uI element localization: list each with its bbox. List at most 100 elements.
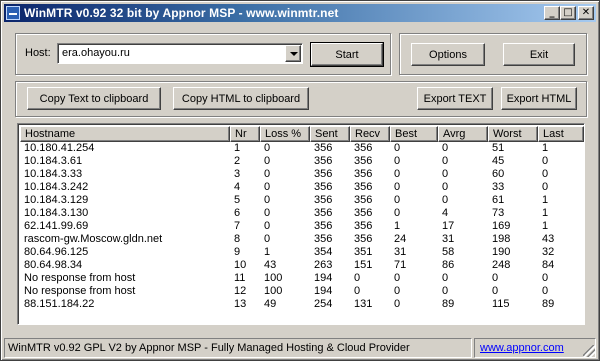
table-row[interactable]: rascom-gw.Moscow.gldn.net 8 0 356 356 24 31 198… [20,233,584,246]
cell-worst: 61 [492,194,505,206]
cell-last: 0 [542,272,549,284]
options-button-label: Options [429,48,467,61]
status-link-pane: www.appnor.com [474,338,596,358]
cell-nr: 8 [234,233,241,245]
exit-button[interactable]: Exit [503,43,575,66]
copy-text-button[interactable]: Copy Text to clipboard [27,87,161,110]
options-button[interactable]: Options [411,43,485,66]
table-row[interactable]: 80.64.98.34 10 43 263 151 71 86 248 84 [20,259,584,272]
cell-sent: 356 [314,181,333,193]
window-title: WinMTR v0.92 32 bit by Appnor MSP - www.… [24,6,339,20]
cell-best: 24 [394,233,407,245]
cell-worst: 0 [492,272,499,284]
table-row[interactable]: No response from host 11 100 194 0 0 0 0 0 [20,272,584,285]
cell-hostname: 10.184.3.33 [24,168,83,180]
cell-loss: 0 [264,207,271,219]
export-html-button[interactable]: Export HTML [501,87,577,110]
window-controls: _ □ ✕ [544,6,594,20]
column-header-loss[interactable]: Loss % [260,126,310,142]
cell-last: 43 [542,233,555,245]
cell-best: 0 [394,298,401,310]
close-button[interactable]: ✕ [578,6,594,20]
cell-worst: 198 [492,233,511,245]
cell-loss: 0 [264,194,271,206]
cell-worst: 60 [492,168,505,180]
cell-sent: 356 [314,194,333,206]
column-header-avrg[interactable]: Avrg [438,126,488,142]
copy-html-button[interactable]: Copy HTML to clipboard [173,87,309,110]
table-row[interactable]: 10.184.3.242 4 0 356 356 0 0 33 0 [20,181,584,194]
cell-sent: 356 [314,168,333,180]
table-row[interactable]: 10.180.41.254 1 0 356 356 0 0 51 1 [20,142,584,155]
column-header-last[interactable]: Last [538,126,584,142]
cell-loss: 100 [264,285,283,297]
cell-hostname: 10.184.3.129 [24,194,89,206]
results-listview[interactable]: Hostname Nr Loss % Sent Recv Best Avrg W… [17,123,585,325]
cell-worst: 115 [492,298,510,310]
cell-recv: 151 [354,259,373,271]
table-row[interactable]: 80.64.96.125 9 1 354 351 31 58 190 32 [20,246,584,259]
cell-recv: 0 [354,285,361,297]
column-header-hostname[interactable]: Hostname [20,126,230,142]
cell-loss: 100 [264,272,283,284]
cell-best: 0 [394,207,401,219]
cell-last: 1 [542,207,549,219]
cell-best: 0 [394,285,401,297]
cell-hostname: No response from host [24,285,136,297]
cell-avrg: 4 [442,207,449,219]
column-header-nr[interactable]: Nr [230,126,260,142]
minimize-button[interactable]: _ [544,6,560,20]
listview-rows: 10.180.41.254 1 0 356 356 0 0 51 1 10.184.3.61 2 0 3… [20,142,584,311]
cell-nr: 11 [234,272,246,284]
cell-loss: 43 [264,259,277,271]
cell-sent: 356 [314,220,333,232]
cell-sent: 356 [314,142,333,154]
cell-sent: 356 [314,233,333,245]
cell-last: 0 [542,285,549,297]
cell-nr: 1 [234,142,241,154]
table-row[interactable]: No response from host 12 100 194 0 0 0 0 0 [20,285,584,298]
table-row[interactable]: 10.184.3.61 2 0 356 356 0 0 45 0 [20,155,584,168]
export-text-button-label: Export TEXT [423,92,487,105]
table-row[interactable]: 62.141.99.69 7 0 356 356 1 17 169 1 [20,220,584,233]
column-header-best[interactable]: Best [390,126,438,142]
column-header-sent[interactable]: Sent [310,126,350,142]
cell-best: 0 [394,272,401,284]
host-value[interactable]: era.ohayou.ru [62,47,130,59]
copy-html-button-label: Copy HTML to clipboard [181,92,301,105]
cell-hostname: 62.141.99.69 [24,220,89,232]
cell-last: 32 [542,246,555,258]
table-row[interactable]: 10.184.3.130 6 0 356 356 0 4 73 1 [20,207,584,220]
cell-recv: 0 [354,272,361,284]
cell-recv: 356 [354,194,373,206]
table-row[interactable]: 88.151.184.22 13 49 254 131 0 89 115 89 [20,298,584,311]
host-combobox[interactable]: era.ohayou.ru [57,43,303,64]
title-bar[interactable]: WinMTR v0.92 32 bit by Appnor MSP - www.… [4,4,596,22]
cell-hostname: No response from host [24,272,136,284]
dropdown-arrow-icon[interactable] [285,45,301,62]
cell-recv: 131 [354,298,373,310]
cell-worst: 0 [492,285,499,297]
maximize-button[interactable]: □ [560,6,576,20]
cell-hostname: 10.184.3.130 [24,207,89,219]
cell-avrg: 17 [442,220,455,232]
cell-hostname: 10.180.41.254 [24,142,95,154]
cell-sent: 254 [314,298,333,310]
export-text-button[interactable]: Export TEXT [417,87,493,110]
table-row[interactable]: 10.184.3.33 3 0 356 356 0 0 60 0 [20,168,584,181]
cell-best: 71 [394,259,407,271]
start-button[interactable]: Start [310,42,384,67]
host-label: Host: [25,47,51,59]
cell-avrg: 0 [442,181,449,193]
resize-grip-icon[interactable] [583,345,595,357]
table-row[interactable]: 10.184.3.129 5 0 356 356 0 0 61 1 [20,194,584,207]
status-text: WinMTR v0.92 GPL V2 by Appnor MSP - Full… [8,342,410,354]
cell-last: 84 [542,259,555,271]
cell-best: 0 [394,168,401,180]
appnor-link[interactable]: www.appnor.com [480,342,564,354]
column-header-recv[interactable]: Recv [350,126,390,142]
cell-nr: 7 [234,220,241,232]
cell-loss: 0 [264,155,271,167]
column-header-worst[interactable]: Worst [488,126,538,142]
cell-recv: 356 [354,142,373,154]
